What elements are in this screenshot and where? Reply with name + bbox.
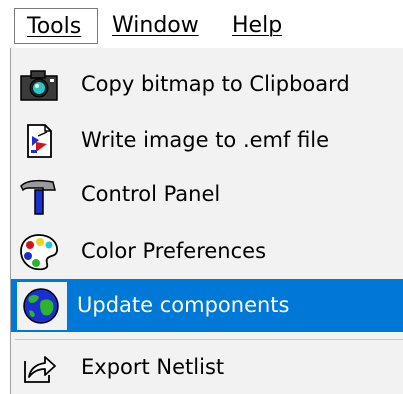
menu-item-write-image[interactable]: Write image to .emf file [11, 114, 403, 167]
tools-dropdown-menu: Copy bitmap to Clipboard Write image to … [10, 48, 403, 394]
globe-icon [17, 282, 67, 330]
menu-help[interactable]: Help [232, 8, 282, 44]
menu-item-update-components[interactable]: Update components [11, 279, 403, 332]
menu-separator [15, 339, 403, 340]
menu-item-label: Export Netlist [81, 355, 225, 379]
image-file-icon [19, 122, 59, 160]
menu-bar: Tools Window Help [0, 0, 403, 52]
menu-item-label: Copy bitmap to Clipboard [81, 72, 350, 96]
menu-tools[interactable]: Tools [14, 8, 98, 44]
hammer-icon [19, 176, 59, 215]
menu-item-copy-bitmap[interactable]: Copy bitmap to Clipboard [11, 58, 403, 111]
camera-icon [19, 66, 59, 104]
menu-item-label: Write image to .emf file [81, 128, 330, 152]
menu-item-color-preferences[interactable]: Color Preferences [11, 225, 403, 278]
menu-item-label: Control Panel [81, 182, 221, 206]
palette-icon [19, 233, 59, 271]
menu-window[interactable]: Window [112, 8, 199, 44]
menu-item-export-netlist[interactable]: Export Netlist [11, 341, 403, 394]
menu-item-label: Color Preferences [81, 239, 267, 263]
export-icon [19, 349, 59, 387]
menu-item-label: Update components [77, 293, 290, 317]
menu-item-control-panel[interactable]: Control Panel [11, 168, 403, 221]
